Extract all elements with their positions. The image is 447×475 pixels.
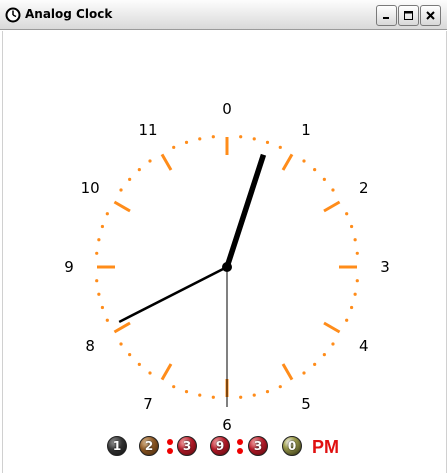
minimize-button[interactable] — [376, 5, 397, 26]
hour-hand — [224, 153, 267, 268]
minute-dot — [184, 140, 189, 145]
minute-dot — [302, 371, 306, 375]
hour-ones-digit: 2 — [139, 436, 159, 456]
hour-tens-digit: 1 — [107, 436, 127, 456]
hour-tick — [323, 200, 341, 213]
minute-dot — [100, 224, 105, 229]
minute-dot — [148, 371, 152, 375]
minute-dot — [239, 395, 243, 399]
minute-dot — [95, 279, 99, 283]
minute-dot — [100, 305, 105, 310]
hour-tick — [281, 153, 294, 171]
minute-hand — [118, 265, 228, 324]
minute-dot — [345, 212, 349, 216]
dial-number: 8 — [85, 337, 95, 355]
maximize-button[interactable] — [398, 5, 419, 26]
digital-time-display: 1 2 3 9 3 0 PM — [3, 431, 446, 461]
minute-dot — [252, 137, 256, 141]
minute-dot — [313, 362, 317, 366]
dial-number: 10 — [81, 179, 100, 197]
minute-dot — [331, 188, 335, 192]
minute-second-separator — [237, 437, 243, 455]
hour-tick — [113, 321, 131, 334]
minute-dot — [349, 224, 354, 229]
minute-dot — [302, 159, 306, 163]
minute-dot — [353, 238, 357, 242]
minute-dot — [211, 395, 215, 399]
dial-number: 7 — [143, 395, 153, 413]
close-icon — [426, 11, 435, 20]
hour-tick — [281, 363, 294, 381]
maximize-icon — [404, 11, 413, 20]
hour-tick — [160, 363, 173, 381]
clock-app-icon — [5, 7, 21, 23]
window-title: Analog Clock — [25, 7, 113, 21]
minute-dot — [265, 389, 270, 394]
dial-number: 9 — [64, 258, 74, 276]
minute-dot — [239, 135, 243, 139]
dial-number: 3 — [380, 258, 390, 276]
minute-dot — [119, 342, 123, 346]
minute-dot — [265, 140, 270, 145]
second-ones-digit: 0 — [282, 436, 302, 456]
minute-dot — [97, 292, 101, 296]
minute-dot — [198, 393, 202, 397]
clock-canvas: 0 1 2 3 4 5 6 7 8 9 10 11 1 2 3 9 3 0 PM — [2, 31, 447, 473]
minute-dot — [172, 145, 176, 149]
minute-dot — [95, 251, 99, 255]
minute-dot — [322, 353, 326, 357]
minute-dot — [353, 292, 357, 296]
minimize-icon — [383, 17, 389, 19]
am-pm-indicator: PM — [312, 437, 339, 457]
analog-clock-face: 0 1 2 3 4 5 6 7 8 9 10 11 — [64, 100, 390, 431]
close-button[interactable] — [420, 5, 441, 26]
minute-dot — [355, 279, 359, 283]
minute-ones-digit: 9 — [210, 436, 230, 456]
minute-dot — [119, 188, 123, 192]
dial-number: 2 — [359, 179, 369, 197]
dial-number: 6 — [222, 416, 232, 431]
hour-minute-separator — [167, 437, 173, 455]
minute-dot — [355, 251, 359, 255]
title-bar[interactable]: Analog Clock — [0, 0, 447, 30]
dial-number: 4 — [359, 337, 369, 355]
minute-dot — [331, 342, 335, 346]
minute-dot — [148, 159, 152, 163]
minute-dot — [198, 137, 202, 141]
minute-tens-digit: 3 — [177, 436, 197, 456]
minute-dot — [313, 168, 317, 172]
minute-dot — [105, 212, 109, 216]
minute-dot — [184, 389, 189, 394]
clock-hub — [222, 262, 232, 272]
dial-number: 11 — [138, 121, 157, 139]
minute-dot — [137, 362, 141, 366]
minute-dot — [278, 385, 282, 389]
second-tens-digit: 3 — [248, 436, 268, 456]
hour-tick — [113, 200, 131, 213]
dial-number: 0 — [222, 100, 232, 118]
minute-dot — [322, 177, 326, 181]
minute-dot — [97, 238, 101, 242]
clock-window: Analog Clock 0 1 2 3 4 5 6 7 8 9 10 11 1 2 3 9 3 — [0, 0, 447, 475]
minute-dot — [252, 393, 256, 397]
minute-dot — [128, 353, 132, 357]
hour-tick — [323, 321, 341, 334]
dial-number: 5 — [301, 395, 311, 413]
minute-dot — [345, 318, 349, 322]
minute-dot — [105, 318, 109, 322]
hour-tick — [160, 153, 173, 171]
minute-dot — [278, 145, 282, 149]
minute-dot — [128, 177, 132, 181]
dial-number: 1 — [301, 121, 311, 139]
minute-dot — [211, 135, 215, 139]
minute-dot — [172, 385, 176, 389]
minute-dot — [349, 305, 354, 310]
minute-dot — [137, 168, 141, 172]
